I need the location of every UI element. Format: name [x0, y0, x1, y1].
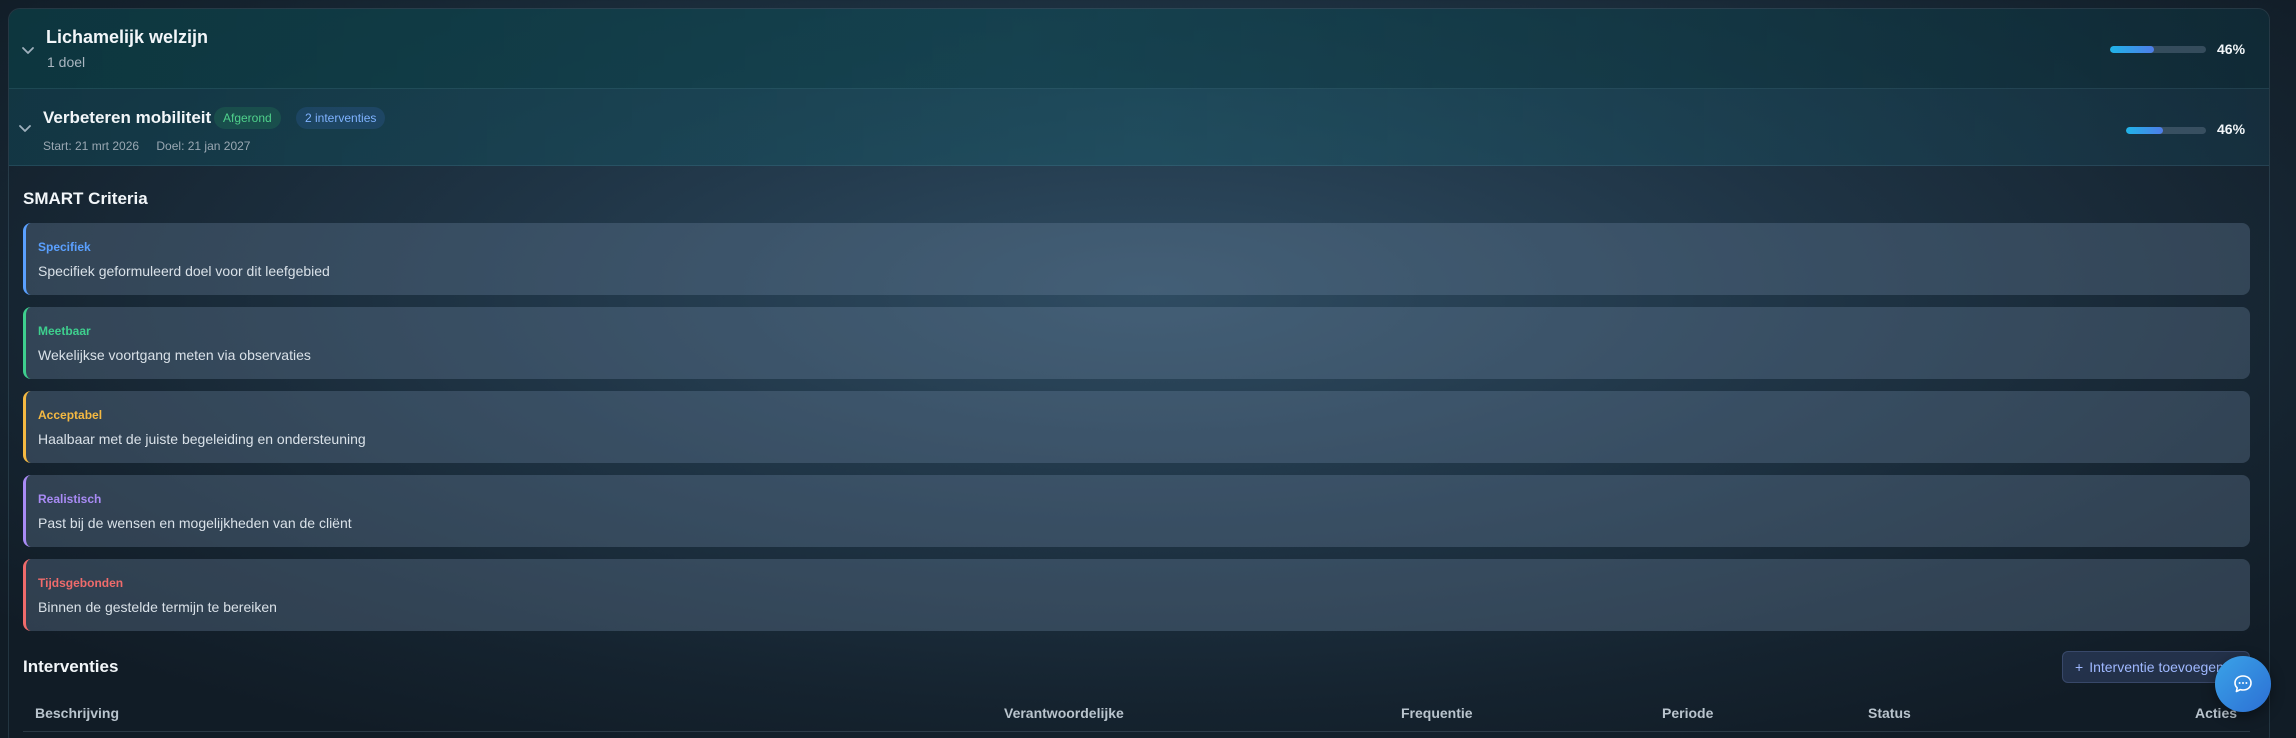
goal-progress-bar [2126, 127, 2206, 134]
interventions-heading: Interventies [23, 657, 119, 676]
goal-start-date: Start: 21 mrt 2026 [43, 139, 140, 153]
column-header-frequency[interactable]: Frequentie [1401, 705, 1473, 721]
life-area-progress-label: 46% [2217, 41, 2246, 57]
chat-bubble-icon [2234, 675, 2252, 693]
goals-panel: Lichamelijk welzijn 1 doel 46% Verbetere… [8, 8, 2270, 738]
goal-target-date: Doel: 21 jan 2027 [156, 139, 251, 153]
column-header-responsible[interactable]: Verantwoordelijke [1004, 705, 1124, 721]
column-header-period[interactable]: Periode [1662, 705, 1713, 721]
goal-row[interactable]: Verbeteren mobiliteit Afgerond 2 interve… [9, 89, 2269, 166]
smart-text: Specifiek geformuleerd doel voor dit lee… [38, 263, 330, 279]
smart-item-time-bound: Tijdsgebonden Binnen de gestelde termijn… [23, 559, 2250, 631]
table-header-divider [23, 731, 2250, 732]
smart-label: Meetbaar [38, 324, 91, 338]
smart-criteria-heading: SMART Criteria [23, 189, 148, 208]
column-header-description[interactable]: Beschrijving [35, 705, 119, 721]
interventions-count-badge: 2 interventies [296, 107, 386, 129]
life-area-progress-bar [2110, 46, 2206, 53]
life-area-title: Lichamelijk welzijn [46, 27, 209, 47]
chevron-down-icon[interactable] [19, 41, 37, 59]
smart-item-realistic: Realistisch Past bij de wensen en mogeli… [23, 475, 2250, 547]
goal-dates: Start: 21 mrt 2026 Doel: 21 jan 2027 [43, 139, 264, 153]
progress-fill [2110, 46, 2155, 53]
smart-text: Haalbaar met de juiste begeleiding en on… [38, 431, 366, 447]
chat-button[interactable] [2215, 656, 2271, 712]
smart-label: Specifiek [38, 240, 91, 254]
smart-item-measurable: Meetbaar Wekelijkse voortgang meten via … [23, 307, 2250, 379]
life-area-goal-count: 1 doel [47, 54, 86, 70]
smart-text: Binnen de gestelde termijn te bereiken [38, 599, 277, 615]
life-area-row[interactable]: Lichamelijk welzijn 1 doel 46% [9, 9, 2269, 89]
progress-fill [2126, 127, 2163, 134]
smart-label: Realistisch [38, 492, 102, 506]
goal-progress-label: 46% [2217, 121, 2246, 137]
plus-icon: + [2075, 659, 2084, 675]
add-intervention-label: Interventie toevoegen [2089, 659, 2224, 675]
smart-label: Acceptabel [38, 408, 103, 422]
goal-title: Verbeteren mobiliteit [43, 108, 212, 127]
chevron-down-icon[interactable] [16, 119, 34, 137]
smart-item-acceptable: Acceptabel Haalbaar met de juiste begele… [23, 391, 2250, 463]
smart-text: Wekelijkse voortgang meten via observati… [38, 347, 311, 363]
status-badge: Afgerond [214, 107, 281, 129]
smart-item-specific: Specifiek Specifiek geformuleerd doel vo… [23, 223, 2250, 295]
smart-text: Past bij de wensen en mogelijkheden van … [38, 515, 352, 531]
column-header-status[interactable]: Status [1868, 705, 1911, 721]
smart-label: Tijdsgebonden [38, 576, 124, 590]
